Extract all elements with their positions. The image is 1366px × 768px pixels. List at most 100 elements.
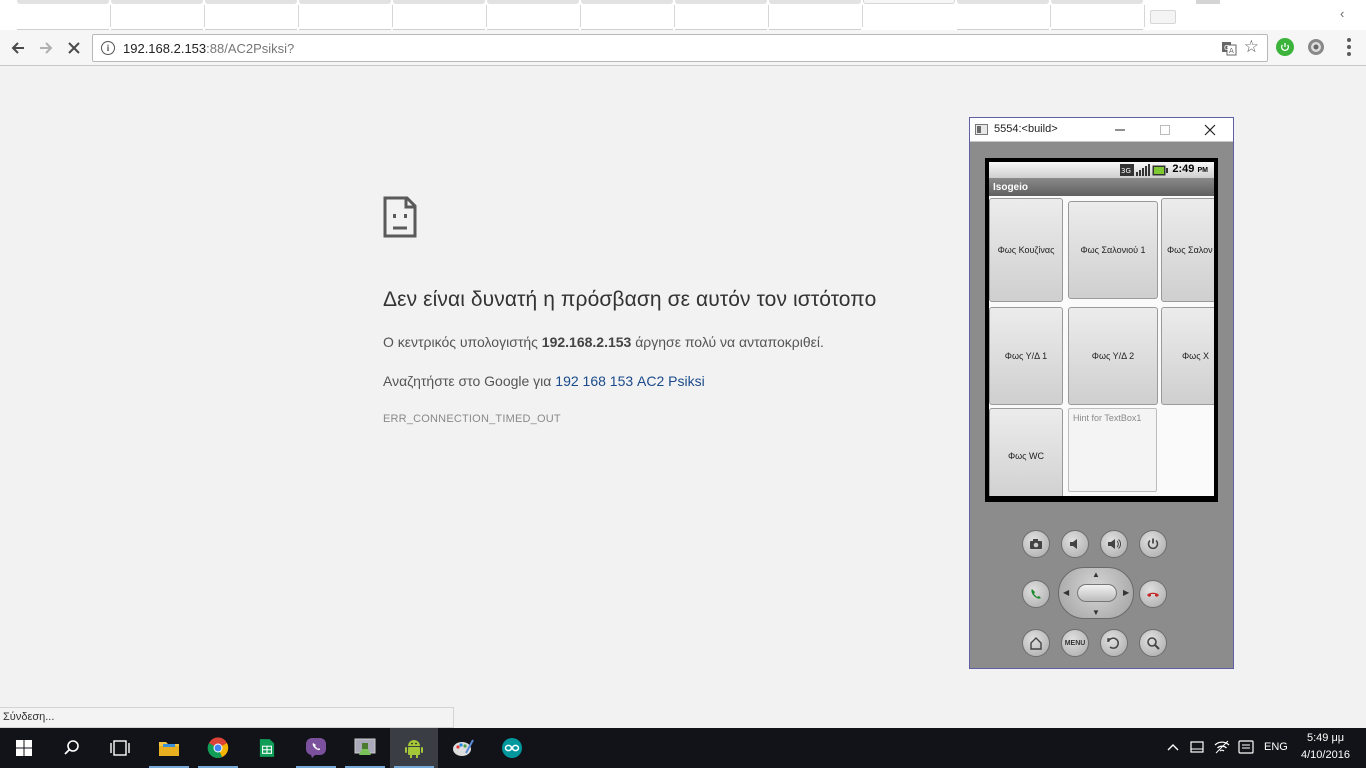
home-icon xyxy=(1030,637,1042,650)
palette-icon xyxy=(453,739,474,756)
hall-light-button[interactable]: Φως Χ xyxy=(1161,307,1214,405)
chevron-icon[interactable]: ‹ xyxy=(1340,6,1344,21)
error-code: ERR_CONNECTION_TIMED_OUT xyxy=(383,413,561,425)
svg-text:3G: 3G xyxy=(1121,167,1131,175)
dpad-down-icon[interactable]: ▼ xyxy=(1092,608,1100,617)
volume-down-key[interactable] xyxy=(1061,530,1089,558)
power-key[interactable] xyxy=(1139,530,1167,558)
browser-tab[interactable] xyxy=(393,0,487,30)
dpad[interactable]: ▲ ▼ ◀ ▶ xyxy=(1058,567,1134,619)
taskbar-clock-time[interactable]: 5:49 μμ xyxy=(1307,732,1344,744)
status-icons: 3G xyxy=(1120,164,1168,176)
call-key[interactable] xyxy=(1022,580,1050,608)
kitchen-light-button[interactable]: Φως Κουζίνας xyxy=(989,198,1063,302)
translate-icon[interactable]: G A xyxy=(1221,40,1237,56)
arduino-icon xyxy=(502,738,522,758)
browser-tab[interactable] xyxy=(487,0,581,30)
living-room-light-2-button[interactable]: Φως Σαλον xyxy=(1161,198,1214,302)
minimize-icon xyxy=(1115,129,1125,131)
end-call-icon xyxy=(1147,592,1159,597)
browser-tab[interactable] xyxy=(957,0,1051,30)
android-app-title: Isogeio xyxy=(989,178,1214,196)
browser-tab[interactable] xyxy=(205,0,299,30)
dpad-right-icon[interactable]: ▶ xyxy=(1123,588,1129,597)
maximize-button[interactable] xyxy=(1143,118,1187,142)
close-icon xyxy=(68,42,80,54)
browser-tab[interactable] xyxy=(111,0,205,30)
extension-power-icon[interactable] xyxy=(1276,38,1294,56)
file-explorer-app[interactable] xyxy=(145,728,193,768)
android-studio-app[interactable] xyxy=(341,728,389,768)
wifi-icon[interactable] xyxy=(1214,740,1230,757)
stop-button[interactable] xyxy=(62,36,86,60)
address-bar[interactable]: i 192.168.2.153:88/AC2Psiksi? G A ☆ xyxy=(92,34,1268,62)
star-icon[interactable]: ☆ xyxy=(1244,38,1259,56)
browser-tab[interactable] xyxy=(1051,0,1145,30)
browser-tab-active[interactable] xyxy=(863,0,955,30)
browser-tab[interactable] xyxy=(581,0,675,30)
wc-light-button[interactable]: Φως WC xyxy=(989,408,1063,496)
search-key[interactable] xyxy=(1139,629,1167,657)
close-button[interactable] xyxy=(1188,118,1232,142)
screen: ‹ i 192.168.2.153:88/AC2Psiksi? G A ☆ Δε… xyxy=(0,0,1366,768)
end-call-key[interactable] xyxy=(1139,580,1167,608)
menu-dots-icon[interactable] xyxy=(1343,37,1355,57)
power-icon xyxy=(1147,538,1159,550)
notifications-icon[interactable] xyxy=(1238,740,1254,757)
android-clock: 2:49 PM xyxy=(1172,163,1208,175)
viber-icon xyxy=(306,738,326,758)
info-icon[interactable]: i xyxy=(101,41,115,55)
language-indicator[interactable]: ENG xyxy=(1264,741,1288,753)
emulator-screen: 3G 2:49 PM Isogeio Φως Κουζίνας Φως Σαλο… xyxy=(985,158,1218,502)
back-button[interactable] xyxy=(6,36,30,60)
forward-button[interactable] xyxy=(34,36,58,60)
extension-globe-icon[interactable] xyxy=(1307,38,1325,56)
signal-icon xyxy=(1136,164,1150,176)
battery-icon xyxy=(1152,165,1168,176)
status-bubble: Σύνδεση... xyxy=(0,707,454,728)
emulator-title: 5554:<build> xyxy=(994,123,1058,135)
svg-text:A: A xyxy=(1229,47,1234,55)
dpad-center[interactable] xyxy=(1077,584,1117,602)
home-key[interactable] xyxy=(1022,629,1050,657)
windows-logo-icon xyxy=(16,740,32,756)
tab-strip: ‹ xyxy=(0,0,1366,30)
bedroom-light-2-button[interactable]: Φως Υ/Δ 2 xyxy=(1068,307,1158,405)
dpad-left-icon[interactable]: ◀ xyxy=(1063,588,1069,597)
browser-tab[interactable] xyxy=(675,0,769,30)
viber-app[interactable] xyxy=(292,728,340,768)
close-icon xyxy=(1204,124,1216,136)
browser-tab[interactable] xyxy=(769,0,863,30)
back-key[interactable] xyxy=(1100,629,1128,657)
emulator-titlebar[interactable]: 5554:<build> xyxy=(970,118,1233,142)
arduino-app[interactable] xyxy=(488,728,536,768)
android-emulator-app[interactable] xyxy=(390,728,438,768)
android-status-bar: 3G 2:49 PM xyxy=(989,162,1214,178)
chrome-app[interactable] xyxy=(194,728,242,768)
minimize-button[interactable] xyxy=(1098,118,1142,142)
chevron-up-icon[interactable] xyxy=(1167,740,1179,754)
browser-tab[interactable] xyxy=(17,0,111,30)
textbox1[interactable]: Hint for TextBox1 xyxy=(1068,408,1157,492)
paint-app[interactable] xyxy=(439,728,487,768)
sheets-app[interactable] xyxy=(243,728,291,768)
menu-key[interactable]: MENU xyxy=(1061,629,1089,657)
task-view-button[interactable] xyxy=(96,728,144,768)
tablet-mode-icon[interactable] xyxy=(1190,741,1204,756)
phone-call-icon xyxy=(1031,589,1041,599)
window-control-strip[interactable] xyxy=(1196,0,1220,4)
url-text[interactable]: 192.168.2.153:88/AC2Psiksi? xyxy=(123,41,294,56)
dpad-up-icon[interactable]: ▲ xyxy=(1092,570,1100,579)
camera-key[interactable] xyxy=(1022,530,1050,558)
new-tab-button[interactable] xyxy=(1150,10,1176,24)
arrow-left-icon xyxy=(11,42,24,54)
volume-up-key[interactable] xyxy=(1100,530,1128,558)
taskbar-clock-date[interactable]: 4/10/2016 xyxy=(1301,749,1350,761)
living-room-light-1-button[interactable]: Φως Σαλονιού 1 xyxy=(1068,201,1158,299)
bedroom-light-1-button[interactable]: Φως Υ/Δ 1 xyxy=(989,307,1063,405)
start-button[interactable] xyxy=(0,728,48,768)
error-title: Δεν είναι δυνατή η πρόσβαση σε αυτόν τον… xyxy=(383,288,877,311)
browser-tab[interactable] xyxy=(299,0,393,30)
search-button[interactable] xyxy=(48,728,96,768)
google-search-link[interactable]: 192 168 153 AC2 Psiksi xyxy=(555,373,704,389)
